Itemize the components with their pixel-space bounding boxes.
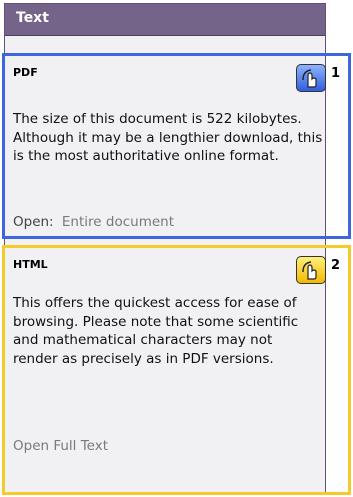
html-open-full-text-link[interactable]: Open Full Text bbox=[13, 438, 108, 454]
html-hand-pointer-icon[interactable] bbox=[296, 256, 326, 284]
html-label: HTML bbox=[13, 258, 48, 271]
html-description: This offers the quickest access for ease… bbox=[13, 295, 299, 367]
html-section: HTML 2 This offers the quickest access f… bbox=[2, 245, 351, 495]
panel-title: Text bbox=[16, 10, 49, 26]
pdf-description: The size of this document is 522 kilobyt… bbox=[13, 111, 323, 164]
panel-header: Text bbox=[5, 4, 325, 36]
pdf-section: PDF 1 The size of this document is 522 k… bbox=[2, 53, 351, 239]
hand-pointer-icon bbox=[302, 69, 317, 88]
pdf-label: PDF bbox=[13, 66, 38, 79]
pdf-open-line: Open: Entire document bbox=[13, 214, 174, 230]
pdf-open-link[interactable]: Entire document bbox=[62, 214, 174, 230]
hand-pointer-icon bbox=[302, 261, 317, 280]
pdf-open-prefix: Open: bbox=[13, 214, 54, 230]
pdf-badge-number: 1 bbox=[330, 66, 340, 81]
pdf-hand-pointer-icon[interactable] bbox=[296, 64, 326, 92]
html-badge-number: 2 bbox=[330, 258, 340, 273]
